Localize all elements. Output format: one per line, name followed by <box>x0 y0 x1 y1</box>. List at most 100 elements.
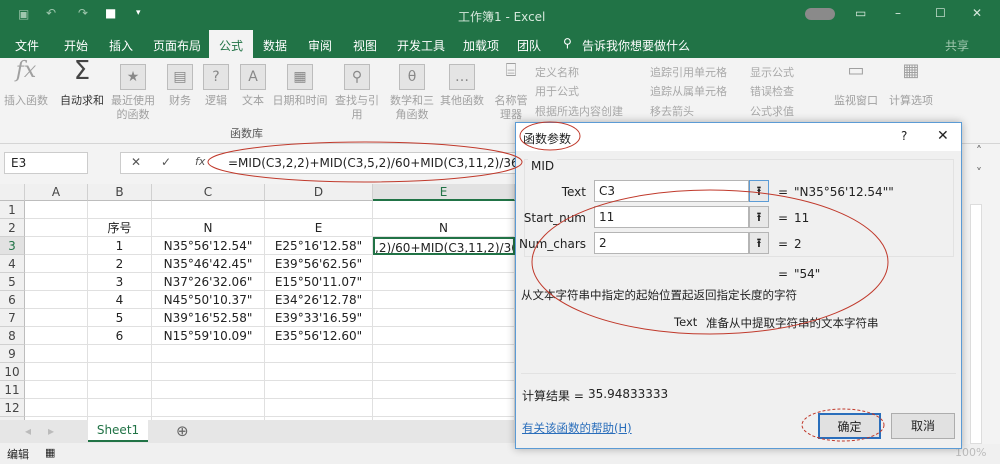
cell-C11[interactable] <box>152 381 265 399</box>
cell-D5[interactable]: E15°50'11.07" <box>265 273 373 291</box>
enter-icon[interactable]: ✓ <box>161 155 171 169</box>
undo-icon[interactable]: ↶ <box>46 6 56 20</box>
cell-D8[interactable]: E35°56'12.60" <box>265 327 373 345</box>
cell-D6[interactable]: E34°26'12.78" <box>265 291 373 309</box>
maximize-icon[interactable]: ☐ <box>935 6 946 20</box>
tab-formulas[interactable]: 公式 <box>209 30 254 58</box>
recent-functions-button[interactable]: ★ 最近使用的函数 <box>106 64 160 122</box>
customize-icon[interactable]: ▾ <box>136 8 141 18</box>
close-icon[interactable]: ✕ <box>972 6 982 20</box>
row-header[interactable]: 11 <box>0 381 25 399</box>
cell-C7[interactable]: N39°16'52.58" <box>152 309 265 327</box>
tab-insert[interactable]: 插入 <box>109 37 133 54</box>
row-header[interactable]: 7 <box>0 309 25 327</box>
cell-A4[interactable] <box>25 255 88 273</box>
cell-B11[interactable] <box>88 381 152 399</box>
trace-dependents-button[interactable]: 追踪从属单元格 <box>650 83 727 99</box>
arg-input-start-num[interactable]: 11 <box>594 206 749 228</box>
cell-E8[interactable] <box>373 327 515 345</box>
cell-C12[interactable] <box>152 399 265 417</box>
macro-record-icon[interactable]: ▦ <box>45 446 55 459</box>
cell-A6[interactable] <box>25 291 88 309</box>
cell-E3[interactable]: ,2)/60+MID(C3,11,2)/360 <box>373 237 515 255</box>
tab-review[interactable]: 审阅 <box>308 37 332 54</box>
cell-A9[interactable] <box>25 345 88 363</box>
cell-E10[interactable] <box>373 363 515 381</box>
user-avatar[interactable] <box>805 8 835 20</box>
cell-D3[interactable]: E25°16'12.58" <box>265 237 373 255</box>
arg-input-text[interactable]: C3 <box>594 180 749 202</box>
define-name-button[interactable]: 定义名称 <box>535 64 579 80</box>
cell-C2[interactable]: N <box>152 219 265 237</box>
name-box[interactable]: E3 <box>4 152 88 174</box>
autosum-button[interactable]: Σ 自动求和 <box>58 58 106 108</box>
cell-A7[interactable] <box>25 309 88 327</box>
watch-window-button[interactable]: ▭ 监视窗口 <box>832 62 880 108</box>
calc-options-button[interactable]: ▦ 计算选项 <box>886 62 936 108</box>
collapse-ribbon-icon[interactable]: ˄ <box>976 144 982 158</box>
redo-icon[interactable]: ↷ <box>78 6 88 20</box>
cell-B8[interactable]: 6 <box>88 327 152 345</box>
cell-E1[interactable] <box>373 201 515 219</box>
cell-C4[interactable]: N35°46'42.45" <box>152 255 265 273</box>
row-header[interactable]: 4 <box>0 255 25 273</box>
cell-C3[interactable]: N35°56'12.54" <box>152 237 265 255</box>
error-checking-button[interactable]: 错误检查 <box>750 83 794 99</box>
row-header[interactable]: 12 <box>0 399 25 417</box>
select-all-corner[interactable] <box>0 184 25 201</box>
dialog-close-icon[interactable]: ✕ <box>937 128 949 144</box>
cell-E5[interactable] <box>373 273 515 291</box>
minimize-icon[interactable]: – <box>895 6 901 20</box>
cell-C6[interactable]: N45°50'10.37" <box>152 291 265 309</box>
cell-A2[interactable] <box>25 219 88 237</box>
evaluate-formula-button[interactable]: 公式求值 <box>750 103 794 119</box>
add-sheet-icon[interactable]: ⊕ <box>176 422 189 440</box>
help-button[interactable]: ? <box>901 129 907 143</box>
cell-A5[interactable] <box>25 273 88 291</box>
cell-B3[interactable]: 1 <box>88 237 152 255</box>
insert-function-button[interactable]: fx 插入函数 <box>4 60 48 108</box>
cell-B9[interactable] <box>88 345 152 363</box>
cell-C9[interactable] <box>152 345 265 363</box>
cell-D12[interactable] <box>265 399 373 417</box>
scroll-right-icon[interactable]: ▸ <box>48 424 54 438</box>
tab-developer[interactable]: 开发工具 <box>397 37 445 54</box>
collapse-dialog-icon[interactable]: ⭱ <box>749 232 769 254</box>
name-manager-button[interactable]: ⌸ 名称管理器 <box>494 62 528 122</box>
cell-D1[interactable] <box>265 201 373 219</box>
cell-B12[interactable] <box>88 399 152 417</box>
cell-B10[interactable] <box>88 363 152 381</box>
cell-B7[interactable]: 5 <box>88 309 152 327</box>
row-header[interactable]: 8 <box>0 327 25 345</box>
cell-E7[interactable] <box>373 309 515 327</box>
scroll-left-icon[interactable]: ◂ <box>25 424 31 438</box>
tab-addins[interactable]: 加载项 <box>463 37 499 54</box>
more-functions-button[interactable]: … 其他函数 <box>440 64 484 108</box>
arg-input-num-chars[interactable]: 2 <box>594 232 749 254</box>
row-header[interactable]: 5 <box>0 273 25 291</box>
expand-formula-bar-icon[interactable]: ˅ <box>976 166 982 180</box>
logical-button[interactable]: ? 逻辑 <box>200 64 232 108</box>
cell-C5[interactable]: N37°26'32.06" <box>152 273 265 291</box>
ok-button[interactable]: 确定 <box>818 413 881 439</box>
tab-view[interactable]: 视图 <box>353 37 377 54</box>
function-help-link[interactable]: 有关该函数的帮助(H) <box>522 420 632 436</box>
formula-text[interactable]: =MID(C3,2,2)+MID(C3,5,2)/60+MID(C3,11,2)… <box>228 156 534 170</box>
cell-D2[interactable]: E <box>265 219 373 237</box>
tab-page-layout[interactable]: 页面布局 <box>153 37 201 54</box>
row-header[interactable]: 9 <box>0 345 25 363</box>
cell-E2[interactable]: N <box>373 219 515 237</box>
cell-C10[interactable] <box>152 363 265 381</box>
math-trig-button[interactable]: θ 数学和三角函数 <box>390 64 434 122</box>
tab-home[interactable]: 开始 <box>64 37 88 54</box>
column-header[interactable]: C <box>152 184 265 201</box>
row-header[interactable]: 10 <box>0 363 25 381</box>
cell-D10[interactable] <box>265 363 373 381</box>
collapse-dialog-icon[interactable]: ⭱ <box>749 206 769 228</box>
column-header[interactable]: B <box>88 184 152 201</box>
cell-C8[interactable]: N15°59'10.09" <box>152 327 265 345</box>
tab-file[interactable]: 文件 <box>15 37 39 54</box>
cell-D7[interactable]: E39°33'16.59" <box>265 309 373 327</box>
fx-icon[interactable]: fx <box>195 155 205 168</box>
datetime-button[interactable]: ▦ 日期和时间 <box>272 64 328 108</box>
